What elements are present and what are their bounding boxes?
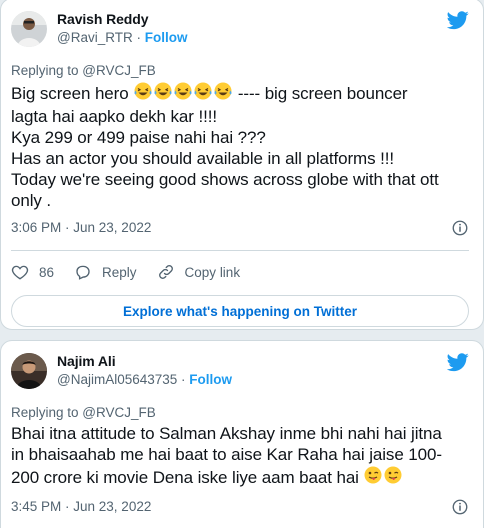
twitter-bird-icon[interactable] bbox=[447, 351, 469, 373]
tweet-meta: 3:06 PM · Jun 23, 2022 bbox=[11, 220, 469, 238]
tweet-text-line1: Big screen hero bbox=[11, 84, 134, 103]
author-block: Ravish Reddy @Ravi_RTR · Follow bbox=[57, 10, 188, 48]
like-button[interactable]: 86 bbox=[11, 263, 54, 281]
replying-to[interactable]: Replying to @RVCJ_FB bbox=[11, 62, 469, 80]
handle-row: @NajimAl05643735 · Follow bbox=[57, 372, 233, 387]
winking-tongue-emoji-icon bbox=[383, 465, 403, 490]
reply-button[interactable]: Reply bbox=[74, 263, 137, 281]
tweet-text: Bhai itna attitude to Salman Akshay inme… bbox=[11, 423, 469, 490]
avatar[interactable] bbox=[11, 353, 47, 389]
replying-to[interactable]: Replying to @RVCJ_FB bbox=[11, 404, 469, 422]
follow-button[interactable]: Follow bbox=[145, 30, 188, 45]
explore-button[interactable]: Explore what's happening on Twitter bbox=[11, 295, 469, 327]
handle-row: @Ravi_RTR · Follow bbox=[57, 30, 188, 45]
laughing-crying-emoji-icon bbox=[173, 81, 193, 106]
reply-label: Reply bbox=[102, 264, 137, 280]
author-handle[interactable]: @NajimAl05643735 bbox=[57, 372, 177, 387]
like-count: 86 bbox=[39, 264, 55, 280]
twitter-bird-icon[interactable] bbox=[447, 9, 469, 31]
copy-link-label: Copy link bbox=[184, 264, 241, 280]
divider bbox=[11, 250, 469, 251]
laughing-crying-emoji-icon bbox=[193, 81, 213, 106]
emoji-group bbox=[133, 81, 233, 106]
tweet-text-line1b: ---- big screen bouncer bbox=[233, 84, 408, 103]
author-handle[interactable]: @Ravi_RTR bbox=[57, 30, 133, 45]
timestamp[interactable]: 3:06 PM · Jun 23, 2022 bbox=[11, 220, 151, 235]
author-name[interactable]: Ravish Reddy bbox=[57, 10, 188, 28]
tweet-meta: 3:45 PM · Jun 23, 2022 bbox=[11, 499, 469, 517]
tweet-text: Big screen hero ---- big screen bouncer … bbox=[11, 81, 469, 211]
emoji-group bbox=[363, 465, 403, 490]
action-bar: 86 Reply Copy link bbox=[11, 253, 469, 291]
copy-link-button[interactable]: Copy link bbox=[157, 263, 241, 281]
follow-button[interactable]: Follow bbox=[189, 372, 232, 387]
laughing-crying-emoji-icon bbox=[153, 81, 173, 106]
tweet-text-body: lagta hai aapko dekh kar !!!! Kya 299 or… bbox=[11, 107, 439, 210]
laughing-crying-emoji-icon bbox=[133, 81, 153, 106]
info-icon[interactable] bbox=[451, 498, 469, 516]
author-block: Najim Ali @NajimAl05643735 · Follow bbox=[57, 352, 232, 390]
laughing-crying-emoji-icon bbox=[213, 81, 233, 106]
tweet-card[interactable]: Ravish Reddy @Ravi_RTR · Follow Replying… bbox=[0, 0, 484, 330]
winking-tongue-emoji-icon bbox=[363, 465, 383, 490]
tweet-header: Ravish Reddy @Ravi_RTR · Follow bbox=[11, 9, 469, 57]
avatar[interactable] bbox=[11, 11, 47, 47]
author-name[interactable]: Najim Ali bbox=[57, 352, 232, 370]
heart-icon bbox=[11, 265, 29, 280]
timestamp[interactable]: 3:45 PM · Jun 23, 2022 bbox=[11, 499, 151, 514]
link-icon bbox=[158, 265, 173, 279]
tweet-header: Najim Ali @NajimAl05643735 · Follow bbox=[11, 351, 469, 399]
reply-bubble-icon bbox=[76, 265, 90, 280]
tweet-card[interactable]: Najim Ali @NajimAl05643735 · Follow Repl… bbox=[0, 340, 484, 528]
info-icon[interactable] bbox=[451, 219, 469, 237]
